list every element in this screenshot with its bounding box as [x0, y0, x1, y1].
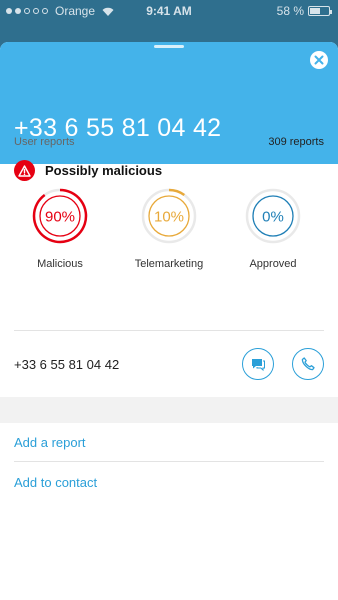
- gauge-label: Malicious: [37, 258, 83, 270]
- phone-icon: [301, 357, 315, 371]
- section-separator: [0, 397, 338, 423]
- gauge-value: 0%: [262, 209, 284, 226]
- gauge-ring: 10%: [141, 188, 197, 244]
- sheet-grabber[interactable]: [154, 45, 184, 48]
- close-button[interactable]: [310, 51, 328, 69]
- add-contact-link[interactable]: Add to contact: [14, 475, 97, 490]
- warning-row: Possibly malicious: [14, 160, 162, 181]
- gauge-ring: 0%: [245, 188, 301, 244]
- number-details-sheet: +33 6 55 81 04 42: [0, 42, 338, 600]
- gauge-label: Approved: [249, 258, 297, 270]
- warning-badge: [14, 160, 35, 181]
- divider: [14, 461, 324, 462]
- call-button[interactable]: [292, 348, 324, 380]
- message-icon: [252, 359, 265, 372]
- reports-title: User reports: [14, 136, 75, 148]
- gauge-telemarketing: 10% Telemarketing: [124, 188, 214, 270]
- message-button[interactable]: [242, 348, 274, 380]
- reports-row: User reports 309 reports: [14, 136, 324, 148]
- gauge-arc: [168, 188, 186, 197]
- gauge-label: Telemarketing: [134, 258, 204, 270]
- battery-percent: 58 %: [276, 4, 304, 18]
- close-icon: [314, 55, 324, 65]
- gauge-value: 90%: [45, 209, 75, 226]
- warning-icon: [18, 164, 31, 177]
- gauge-value: 10%: [154, 209, 184, 226]
- gauge-ring: 90%: [32, 188, 88, 244]
- contact-row: +33 6 55 81 04 42: [14, 346, 324, 382]
- gauge-approved: 0% Approved: [228, 188, 318, 270]
- add-report-link[interactable]: Add a report: [14, 435, 86, 450]
- warning-label: Possibly malicious: [45, 163, 163, 178]
- reports-count: 309 reports: [268, 136, 324, 148]
- gauge-malicious: 90% Malicious: [15, 188, 105, 270]
- contact-phone-number: +33 6 55 81 04 42: [14, 356, 120, 372]
- battery-indicator: 58 %: [276, 4, 332, 18]
- status-bar: Orange 9:41 AM 58 %: [0, 0, 338, 22]
- battery-icon: [308, 6, 332, 16]
- gauges-row: 90% Malicious 10% Telemarketing 0% Appro…: [0, 188, 338, 278]
- divider: [14, 330, 324, 331]
